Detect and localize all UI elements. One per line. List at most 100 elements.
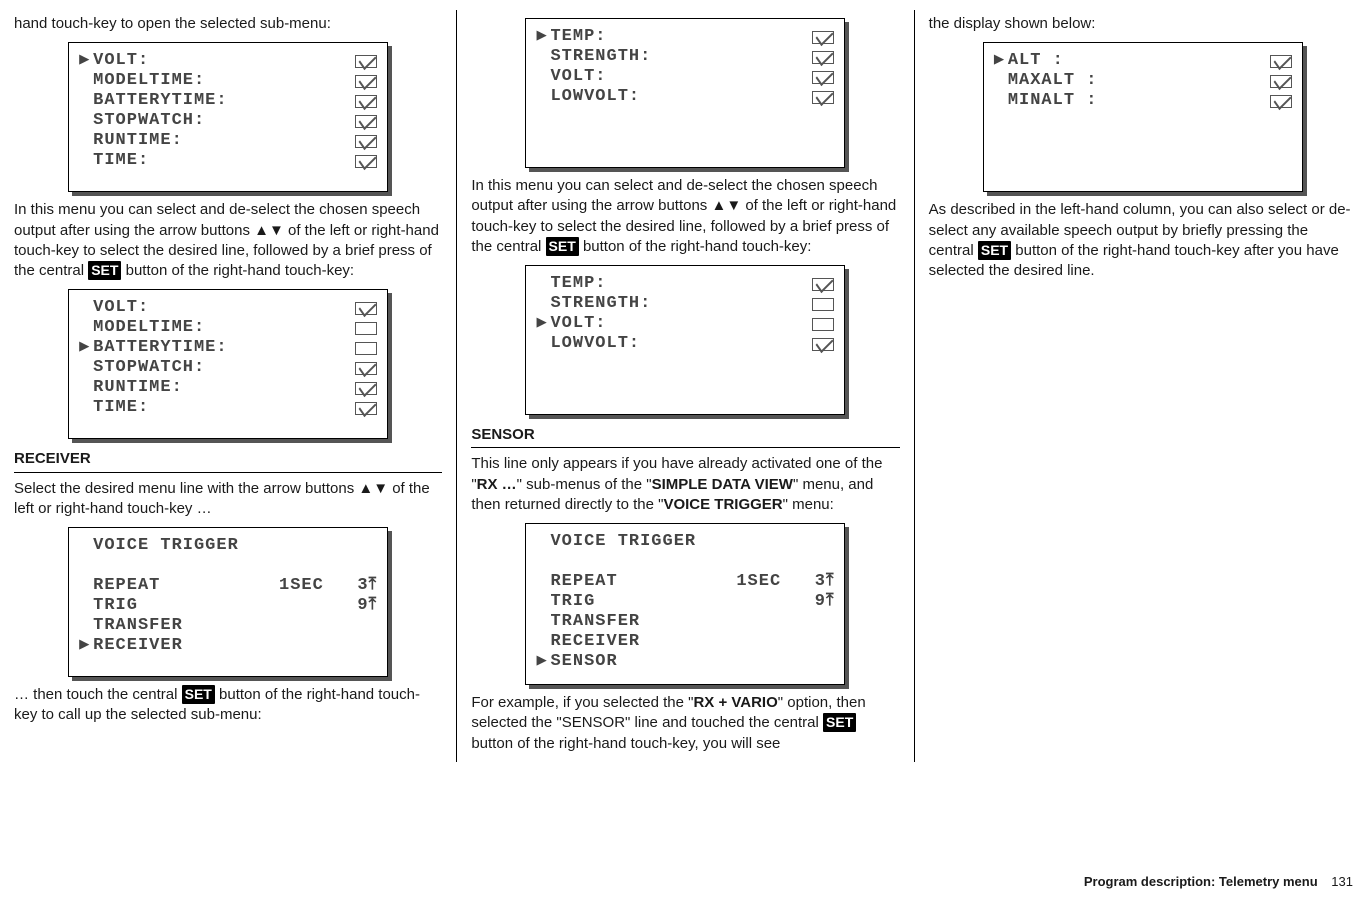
lcd-row: TIME: (79, 398, 377, 418)
col1-para1b: button of the right-hand touch-key: (121, 262, 354, 279)
checkbox-checked-icon (812, 51, 834, 64)
column-3: the display shown below: ▶ALT :MAXALT :M… (915, 10, 1357, 762)
lcd-row: LOWVOLT: (536, 87, 834, 107)
checkbox-checked-icon (355, 402, 377, 415)
checkbox-empty-icon (812, 318, 834, 331)
lcd-row: REPEAT1SEC 3⤒ (536, 572, 834, 592)
col1-after3a: … then touch the central (14, 686, 182, 703)
col3-intro: the display shown below: (929, 14, 1357, 34)
lcd-label: TIME: (93, 150, 351, 173)
set-badge: SET (88, 261, 121, 280)
sensor-b1: RX … (477, 476, 517, 493)
lcd-row: RUNTIME: (79, 378, 377, 398)
checkbox-checked-icon (1270, 95, 1292, 108)
sensor-b3: VOICE TRIGGER (663, 496, 782, 513)
pointer-icon: ▶ (536, 651, 550, 674)
col3-para7: As described in the left-hand column, yo… (929, 200, 1357, 281)
checkbox-empty-icon (812, 298, 834, 311)
checkbox-checked-icon (1270, 55, 1292, 68)
lcd-label: MINALT : (1008, 90, 1266, 113)
lcd-row: MODELTIME: (79, 318, 377, 338)
lcd-row: STRENGTH: (536, 294, 834, 314)
col2-p6a: For example, if you selected the " (471, 694, 693, 711)
checkbox-checked-icon (355, 95, 377, 108)
lcd-row: STRENGTH: (536, 47, 834, 67)
lcd-row: TRANSFER (536, 612, 834, 632)
checkbox-checked-icon (812, 71, 834, 84)
col1-para1: In this menu you can select and de-selec… (14, 200, 442, 281)
lcd-screen-1: ▶VOLT:MODELTIME:BATTERYTIME:STOPWATCH:RU… (68, 42, 388, 192)
lcd-screen-3: VOICE TRIGGER REPEAT1SEC 3⤒TRIG 9⤒TRANSF… (68, 527, 388, 677)
lcd-label: SENSOR (550, 651, 834, 674)
col2-para4: In this menu you can select and de-selec… (471, 176, 899, 257)
lcd-row: RECEIVER (536, 632, 834, 652)
lcd-label: LOWVOLT: (550, 333, 808, 356)
checkbox-checked-icon (1270, 75, 1292, 88)
lcd-label: RECEIVER (93, 635, 377, 658)
lcd-label: TIME: (93, 397, 351, 420)
lcd-row: ▶ALT : (994, 51, 1292, 71)
lcd-row: ▶VOLT: (79, 51, 377, 71)
page-footer: Program description: Telemetry menu 131 (1084, 873, 1353, 891)
lcd-row: BATTERYTIME: (79, 91, 377, 111)
lcd-row: ▶RECEIVER (79, 636, 377, 656)
col2-p6bold: RX + VARIO (693, 694, 777, 711)
lcd6-title: VOICE TRIGGER (550, 531, 834, 554)
pointer-icon: ▶ (536, 313, 550, 336)
column-1: hand touch-key to open the selected sub-… (14, 10, 456, 762)
pointer-icon: ▶ (994, 50, 1008, 73)
pointer-icon: ▶ (79, 50, 93, 73)
lcd-screen-2: VOLT:MODELTIME:▶BATTERYTIME:STOPWATCH:RU… (68, 289, 388, 439)
lcd-row: STOPWATCH: (79, 111, 377, 131)
page-columns: hand touch-key to open the selected sub-… (14, 10, 1357, 762)
set-badge: SET (823, 713, 856, 732)
checkbox-checked-icon (355, 115, 377, 128)
column-2: ▶TEMP:STRENGTH:VOLT:LOWVOLT: In this men… (457, 10, 913, 762)
receiver-rule (14, 472, 442, 473)
col2-para4b: button of the right-hand touch-key: (579, 238, 812, 255)
sensor-rule (471, 447, 899, 448)
footer-page: 131 (1331, 874, 1353, 889)
lcd3-title: VOICE TRIGGER (93, 535, 377, 558)
col1-after3: … then touch the central SET button of t… (14, 685, 442, 726)
checkbox-checked-icon (812, 91, 834, 104)
checkbox-empty-icon (355, 322, 377, 335)
lcd-row: ▶SENSOR (536, 652, 834, 672)
lcd-row: TRIG 9⤒ (536, 592, 834, 612)
receiver-text: Select the desired menu line with the ar… (14, 479, 442, 520)
lcd-row: TIME: (79, 151, 377, 171)
lcd-row: MINALT : (994, 91, 1292, 111)
checkbox-checked-icon (355, 55, 377, 68)
set-badge: SET (546, 237, 579, 256)
lcd-row: ▶BATTERYTIME: (79, 338, 377, 358)
sensor-t4: " menu: (783, 496, 834, 513)
checkbox-checked-icon (355, 135, 377, 148)
lcd-row: REPEAT1SEC 3⤒ (79, 576, 377, 596)
lcd-row: VOLT: (79, 298, 377, 318)
lcd-screen-6: VOICE TRIGGER REPEAT1SEC 3⤒TRIG 9⤒TRANSF… (525, 523, 845, 685)
checkbox-checked-icon (355, 155, 377, 168)
checkbox-checked-icon (355, 302, 377, 315)
checkbox-checked-icon (812, 31, 834, 44)
lcd-row: STOPWATCH: (79, 358, 377, 378)
lcd-row: MAXALT : (994, 71, 1292, 91)
col2-p6c: button of the right-hand touch-key, you … (471, 735, 780, 752)
lcd-row: ▶TEMP: (536, 27, 834, 47)
lcd-row: LOWVOLT: (536, 334, 834, 354)
lcd-row: RUNTIME: (79, 131, 377, 151)
sensor-text: This line only appears if you have alrea… (471, 454, 899, 515)
lcd-screen-4: ▶TEMP:STRENGTH:VOLT:LOWVOLT: (525, 18, 845, 168)
lcd-row: ▶VOLT: (536, 314, 834, 334)
checkbox-checked-icon (812, 278, 834, 291)
set-badge: SET (978, 241, 1011, 260)
checkbox-checked-icon (355, 362, 377, 375)
lcd-label: LOWVOLT: (550, 86, 808, 109)
lcd-screen-7: ▶ALT :MAXALT :MINALT : (983, 42, 1303, 192)
checkbox-checked-icon (812, 338, 834, 351)
checkbox-empty-icon (355, 342, 377, 355)
lcd-row: MODELTIME: (79, 71, 377, 91)
footer-title: Program description: Telemetry menu (1084, 874, 1318, 889)
lcd-screen-5: TEMP:STRENGTH:▶VOLT:LOWVOLT: (525, 265, 845, 415)
lcd-row: TEMP: (536, 274, 834, 294)
sensor-b2: SIMPLE DATA VIEW (652, 476, 793, 493)
